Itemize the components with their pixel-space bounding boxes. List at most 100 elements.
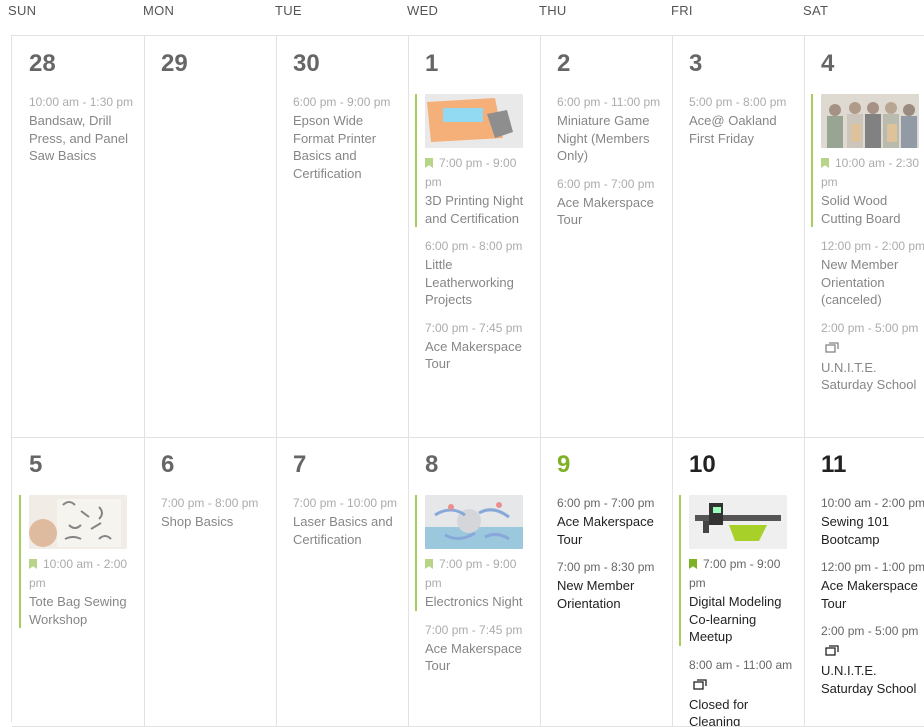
event-title-link[interactable]: 3D Printing Night and Certification <box>425 192 536 227</box>
event-title-link[interactable]: Tote Bag Sewing Workshop <box>29 593 140 628</box>
recurring-icon <box>825 340 839 359</box>
event-title-link[interactable]: Electronics Night <box>425 593 536 611</box>
day-cell[interactable]: 9 6:00 pm - 7:00 pm Ace Makerspace Tour 7:0… <box>540 437 673 727</box>
calendar-event[interactable]: 10:00 am - 2:00 pmTote Bag Sewing Worksh… <box>19 495 140 628</box>
electronics-image[interactable] <box>425 495 523 549</box>
event-list: 7:00 pm - 10:00 pmLaser Basics and Certi… <box>293 494 404 558</box>
group-photo-image[interactable] <box>821 94 919 148</box>
tote-bag-image[interactable] <box>29 495 127 549</box>
calendar-event[interactable]: 2:00 pm - 5:00 pmU.N.I.T.E. Saturday Sch… <box>821 319 924 394</box>
event-title-link[interactable]: Shop Basics <box>161 513 272 531</box>
calendar-event[interactable]: 5:00 pm - 8:00 pmAce@ Oakland First Frid… <box>689 93 800 147</box>
calendar-event[interactable]: 6:00 pm - 7:00 pm Ace Makerspace Tour <box>557 494 668 548</box>
event-time-text: 7:00 pm - 7:45 pm <box>425 623 522 637</box>
event-title-link[interactable]: Ace Makerspace Tour <box>557 194 668 229</box>
day-number[interactable]: 7 <box>293 451 306 479</box>
calendar-event[interactable]: 7:00 pm - 10:00 pmLaser Basics and Certi… <box>293 494 404 548</box>
event-title-link[interactable]: Closed for Cleaning <box>689 696 800 727</box>
event-title-link[interactable]: Little Leatherworking Projects <box>425 256 536 309</box>
event-title-link[interactable]: Ace Makerspace Tour <box>425 338 536 373</box>
event-title-link[interactable]: Solid Wood Cutting Board <box>821 192 924 227</box>
day-number[interactable]: 5 <box>29 451 42 479</box>
day-cell[interactable]: 7 7:00 pm - 10:00 pmLaser Basics and Cert… <box>276 437 409 727</box>
event-title-link[interactable]: New Member Orientation <box>557 577 668 612</box>
event-list: 10:00 am - 1:30 pmBandsaw, Drill Press, … <box>29 93 140 175</box>
event-title-link[interactable]: Ace Makerspace Tour <box>425 640 536 675</box>
event-list: 10:00 am - 2:30 pmSolid Wood Cutting Boa… <box>821 93 924 404</box>
day-cell[interactable]: 11 10:00 am - 2:00 pmSewing 101 Bootcamp 1… <box>804 437 924 727</box>
event-title-link[interactable]: Miniature Game Night (Members Only) <box>557 112 668 165</box>
calendar-event[interactable]: 7:00 pm - 9:00 pm3D Printing Night and C… <box>415 94 536 227</box>
event-title-link[interactable]: Ace Makerspace Tour <box>821 577 924 612</box>
day-cell[interactable]: 28 10:00 am - 1:30 pmBandsaw, Drill Press… <box>12 36 145 438</box>
event-title-link[interactable]: Bandsaw, Drill Press, and Panel Saw Basi… <box>29 112 140 165</box>
event-time: 7:00 pm - 9:00 pm <box>689 555 800 593</box>
event-time: 7:00 pm - 8:30 pm <box>557 558 668 577</box>
calendar-event[interactable]: 2:00 pm - 5:00 pmU.N.I.T.E. Saturday Sch… <box>821 622 924 697</box>
day-number[interactable]: 6 <box>161 451 174 479</box>
day-number[interactable]: 11 <box>821 451 846 479</box>
event-title-link[interactable]: Laser Basics and Certification <box>293 513 404 548</box>
calendar-event[interactable]: 8:00 am - 11:00 am Closed for Cleaning <box>689 656 800 727</box>
day-number[interactable]: 3 <box>689 50 702 78</box>
event-time: 5:00 pm - 8:00 pm <box>689 93 800 112</box>
calendar-event[interactable]: 7:00 pm - 7:45 pm Ace Makerspace Tour <box>425 621 536 675</box>
day-number[interactable]: 10 <box>689 451 716 479</box>
day-number[interactable]: 29 <box>161 50 188 78</box>
event-title-link[interactable]: U.N.I.T.E. Saturday School <box>821 359 924 394</box>
event-time-text: 10:00 am - 2:30 pm <box>821 156 919 189</box>
day-number[interactable]: 2 <box>557 50 570 78</box>
day-cell[interactable]: 10 7:00 pm - 9:00 pmDigital Modeling Co-l… <box>672 437 805 727</box>
day-cell[interactable]: 3 5:00 pm - 8:00 pmAce@ Oakland First Fri… <box>672 36 805 438</box>
calendar-event[interactable]: 12:00 pm - 2:00 pmNew Member Orientation… <box>821 237 924 309</box>
day-cell[interactable]: 1 7:00 pm - 9:00 pm3D Printing Night and … <box>408 36 541 438</box>
event-time: 7:00 pm - 8:00 pm <box>161 494 272 513</box>
event-list: 5:00 pm - 8:00 pmAce@ Oakland First Frid… <box>689 93 800 157</box>
event-title-link[interactable]: Digital Modeling Co-learning Meetup <box>689 593 800 646</box>
event-time-text: 8:00 am - 11:00 am <box>689 658 792 672</box>
calendar-event[interactable]: 6:00 pm - 8:00 pmLittle Leatherworking P… <box>425 237 536 309</box>
caliper-image[interactable] <box>689 495 787 549</box>
event-time-text: 7:00 pm - 9:00 pm <box>425 557 516 590</box>
day-cell[interactable]: 5 10:00 am - 2:00 pmTote Bag Sewing Works… <box>12 437 145 727</box>
event-time-text: 6:00 pm - 7:00 pm <box>557 177 654 191</box>
event-time: 8:00 am - 11:00 am <box>689 656 800 696</box>
calendar-event[interactable]: 7:00 pm - 8:30 pmNew Member Orientation <box>557 558 668 612</box>
day-number[interactable]: 28 <box>29 50 56 78</box>
3d-printer-image[interactable] <box>425 94 523 148</box>
event-title-link[interactable]: Ace Makerspace Tour <box>557 513 668 548</box>
day-number[interactable]: 30 <box>293 50 320 78</box>
day-number[interactable]: 9 <box>557 451 570 479</box>
calendar-event[interactable]: 12:00 pm - 1:00 pm Ace Makerspace Tour <box>821 558 924 612</box>
event-title-link[interactable]: New Member Orientation (canceled) <box>821 256 924 309</box>
calendar-event[interactable]: 6:00 pm - 11:00 pm Miniature Game Night (… <box>557 93 668 165</box>
day-number[interactable]: 1 <box>425 50 438 78</box>
event-title-link[interactable]: Sewing 101 Bootcamp <box>821 513 924 548</box>
calendar-event[interactable]: 7:00 pm - 9:00 pm Electronics Night <box>415 495 536 611</box>
month-calendar-grid: 2810:00 am - 1:30 pmBandsaw, Drill Press… <box>11 35 924 722</box>
event-title-link[interactable]: Epson Wide Format Printer Basics and Cer… <box>293 112 404 182</box>
event-title-link[interactable]: U.N.I.T.E. Saturday School <box>821 662 924 697</box>
event-title-link[interactable]: Ace@ Oakland First Friday <box>689 112 800 147</box>
day-cell[interactable]: 87:00 pm - 9:00 pmElectronics Night7:00 … <box>408 437 541 727</box>
day-cell[interactable]: 4 10:00 am - 2:30 pmSolid Wood Cutting Bo… <box>804 36 924 438</box>
calendar-event[interactable]: 6:00 pm - 7:00 pm Ace Makerspace Tour <box>557 175 668 229</box>
event-time-text: 6:00 pm - 11:00 pm <box>557 95 660 109</box>
day-cell[interactable]: 30 6:00 pm - 9:00 pmEpson Wide Format Pri… <box>276 36 409 438</box>
day-cell[interactable]: 6 7:00 pm - 8:00 pmShop Basics <box>144 437 277 727</box>
recurring-icon <box>693 677 707 696</box>
calendar-event[interactable]: 10:00 am - 2:30 pmSolid Wood Cutting Boa… <box>811 94 924 227</box>
day-number[interactable]: 4 <box>821 50 834 78</box>
calendar-event[interactable]: 7:00 pm - 9:00 pmDigital Modeling Co-lea… <box>679 495 800 646</box>
day-number[interactable]: 8 <box>425 451 438 479</box>
calendar-event[interactable]: 10:00 am - 2:00 pmSewing 101 Bootcamp <box>821 494 924 548</box>
event-time-text: 6:00 pm - 7:00 pm <box>557 496 654 510</box>
event-time-text: 12:00 pm - 1:00 pm <box>821 560 924 574</box>
event-time-text: 10:00 am - 2:00 pm <box>29 557 127 590</box>
day-cell[interactable]: 2 6:00 pm - 11:00 pm Miniature Game Night … <box>540 36 673 438</box>
calendar-event[interactable]: 7:00 pm - 7:45 pmAce Makerspace Tour <box>425 319 536 373</box>
calendar-event[interactable]: 6:00 pm - 9:00 pmEpson Wide Format Print… <box>293 93 404 182</box>
calendar-event[interactable]: 7:00 pm - 8:00 pmShop Basics <box>161 494 272 531</box>
calendar-event[interactable]: 10:00 am - 1:30 pmBandsaw, Drill Press, … <box>29 93 140 165</box>
day-cell[interactable]: 29 <box>144 36 277 438</box>
